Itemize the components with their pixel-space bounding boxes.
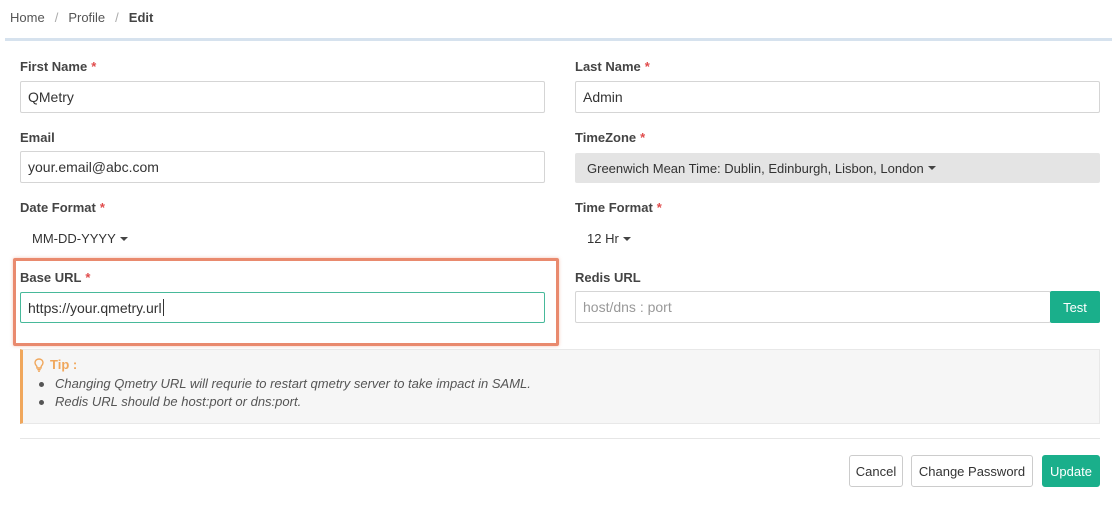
base-url-label-text: Base URL — [20, 270, 82, 285]
breadcrumb-separator: / — [54, 10, 59, 25]
breadcrumb-profile[interactable]: Profile — [68, 10, 105, 25]
email-label-text: Email — [20, 130, 55, 145]
date-format-dropdown[interactable]: MM-DD-YYYY — [32, 231, 128, 246]
time-format-label: Time Format * — [575, 200, 662, 215]
redis-url-label: Redis URL — [575, 270, 641, 285]
required-marker: * — [99, 200, 105, 215]
last-name-input[interactable]: Admin — [575, 81, 1100, 113]
last-name-label: Last Name * — [575, 59, 650, 74]
test-button[interactable]: Test — [1050, 291, 1100, 323]
redis-url-label-text: Redis URL — [575, 270, 641, 285]
time-format-dropdown[interactable]: 12 Hr — [587, 231, 631, 246]
required-marker: * — [644, 59, 650, 74]
cancel-button[interactable]: Cancel — [849, 455, 903, 487]
text-cursor — [162, 299, 164, 316]
caret-down-icon — [622, 236, 631, 241]
redis-url-input[interactable]: host/dns : port — [575, 291, 1051, 323]
base-url-input[interactable]: https://your.qmetry.url — [20, 292, 545, 323]
header-divider — [5, 38, 1112, 41]
update-button[interactable]: Update — [1042, 455, 1100, 487]
timezone-label: TimeZone * — [575, 130, 645, 145]
timezone-select[interactable]: Greenwich Mean Time: Dublin, Edinburgh, … — [575, 153, 1100, 183]
date-format-label-text: Date Format — [20, 200, 96, 215]
email-value: your.email@abc.com — [28, 159, 159, 175]
timezone-value: Greenwich Mean Time: Dublin, Edinburgh, … — [587, 160, 924, 176]
tip-panel: Tip : Changing Qmetry URL will requrie t… — [20, 349, 1100, 424]
email-label: Email — [20, 130, 55, 145]
tip-title: Tip : — [50, 357, 78, 372]
breadcrumb-separator: / — [115, 10, 119, 25]
base-url-value: https://your.qmetry.url — [28, 299, 162, 316]
first-name-label-text: First Name — [20, 59, 88, 74]
breadcrumb-current: Edit — [128, 10, 154, 25]
last-name-label-text: Last Name — [575, 59, 641, 74]
lightbulb-icon — [34, 357, 44, 372]
time-format-label-text: Time Format — [575, 200, 653, 215]
tip-item: Changing Qmetry URL will requrie to rest… — [39, 376, 531, 391]
last-name-value: Admin — [583, 89, 623, 105]
required-marker: * — [85, 270, 91, 285]
first-name-label: First Name * — [20, 59, 96, 74]
change-password-button[interactable]: Change Password — [911, 455, 1033, 487]
required-marker: * — [91, 59, 97, 74]
required-marker: * — [656, 200, 662, 215]
redis-url-placeholder: host/dns : port — [583, 299, 672, 315]
email-input[interactable]: your.email@abc.com — [20, 151, 545, 183]
footer-divider — [20, 438, 1100, 439]
date-format-label: Date Format * — [20, 200, 105, 215]
timezone-label-text: TimeZone — [575, 130, 637, 145]
tip-heading: Tip : — [34, 357, 77, 372]
base-url-label: Base URL * — [20, 270, 90, 285]
first-name-value: QMetry — [28, 89, 74, 105]
breadcrumb-home[interactable]: Home — [10, 10, 45, 25]
first-name-input[interactable]: QMetry — [20, 81, 545, 113]
date-format-value: MM-DD-YYYY — [32, 231, 116, 246]
breadcrumb: Home / Profile / Edit — [10, 10, 153, 25]
tip-item: Redis URL should be host:port or dns:por… — [39, 393, 531, 411]
time-format-value: 12 Hr — [587, 231, 619, 246]
caret-down-icon — [927, 166, 936, 170]
tip-list: Changing Qmetry URL will requrie to rest… — [39, 375, 531, 411]
caret-down-icon — [119, 236, 128, 241]
required-marker: * — [640, 130, 646, 145]
